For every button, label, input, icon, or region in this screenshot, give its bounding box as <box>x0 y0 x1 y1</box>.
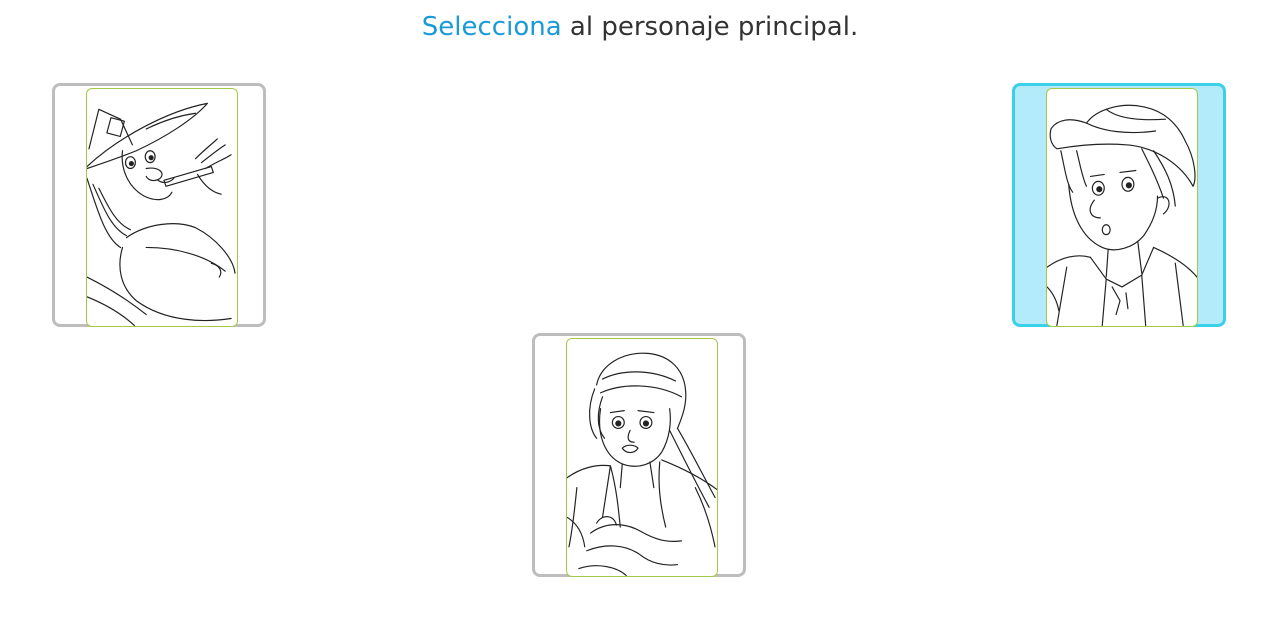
instruction-text: Selecciona al personaje principal. <box>0 10 1280 44</box>
activity-stage: Selecciona al personaje principal. <box>0 0 1280 638</box>
instruction-rest: al personaje principal. <box>561 12 859 42</box>
character-card-boy-with-hat[interactable] <box>1012 83 1226 327</box>
witch-character-drawing <box>87 102 236 326</box>
card-image-frame <box>1046 88 1198 327</box>
girl-with-headscarf-character-drawing <box>567 352 717 576</box>
character-card-girl-with-headscarf[interactable] <box>532 333 746 577</box>
instruction-verb: Selecciona <box>421 12 562 42</box>
card-image-frame <box>86 88 238 327</box>
card-image-frame <box>566 338 718 577</box>
character-card-witch[interactable] <box>52 83 266 327</box>
boy-with-hat-character-drawing <box>1047 104 1197 326</box>
